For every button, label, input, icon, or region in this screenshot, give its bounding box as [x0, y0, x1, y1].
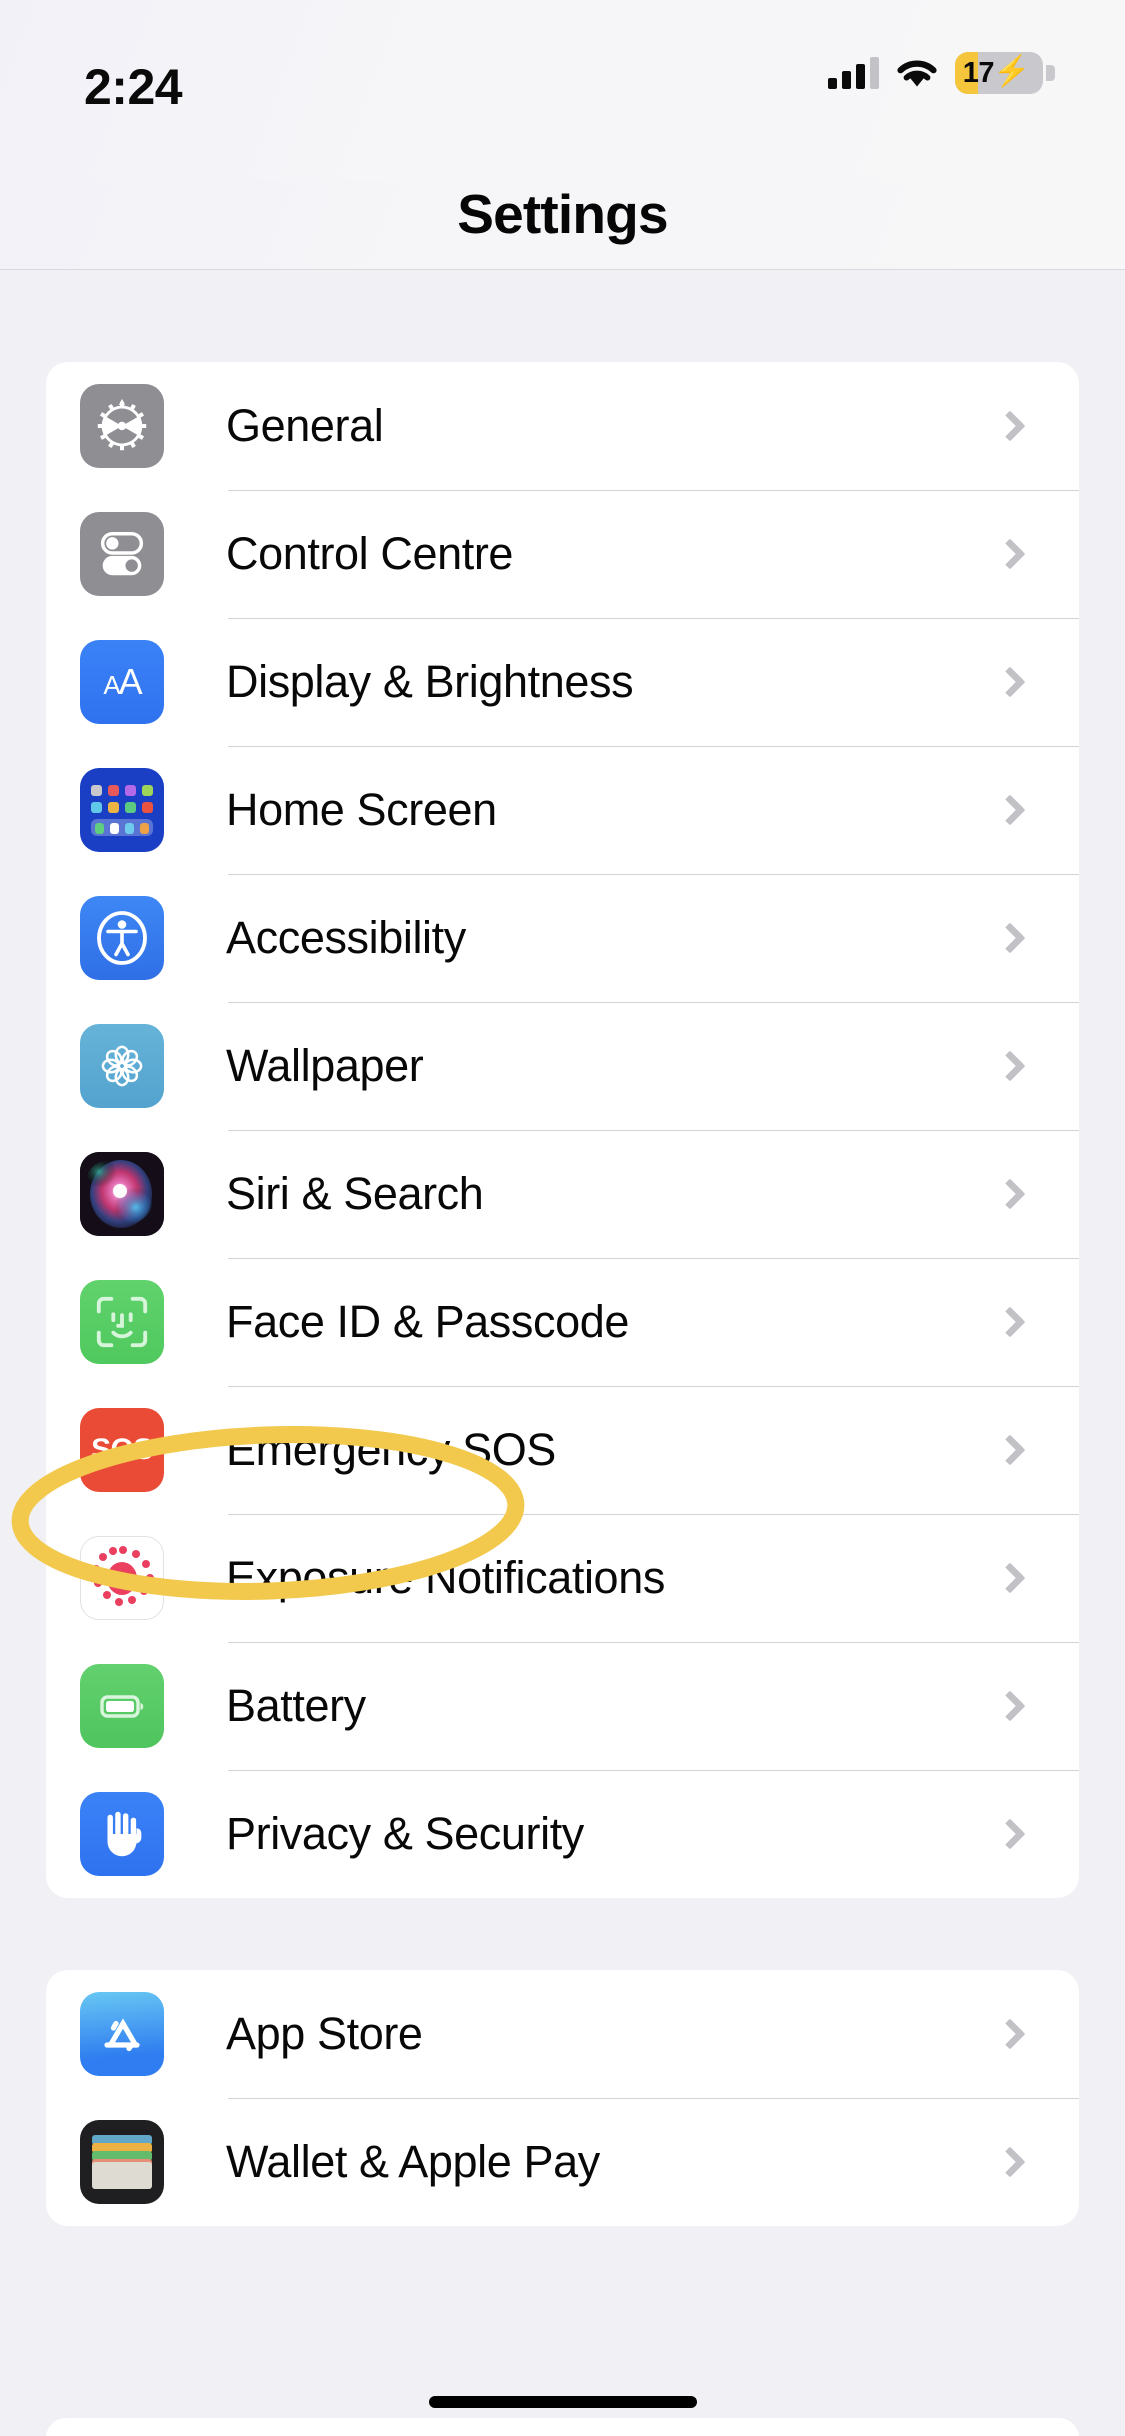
- exposure-notifications-icon: [80, 1536, 164, 1620]
- battery-icon: [80, 1664, 164, 1748]
- chevron-right-icon: [994, 1818, 1026, 1850]
- face-id-icon: [80, 1280, 164, 1364]
- wallet-cards: [92, 2135, 152, 2189]
- chevron-right-icon: [994, 1178, 1026, 1210]
- accessibility-person-icon: [80, 896, 164, 980]
- home-screen-grid-icon: [80, 768, 164, 852]
- battery-status: 17 ⚡: [955, 52, 1055, 94]
- app-store-icon: [80, 1992, 164, 2076]
- settings-row-control-centre[interactable]: Control Centre: [46, 490, 1079, 618]
- settings-row-label: Privacy & Security: [226, 1808, 584, 1859]
- settings-row-label: Battery: [226, 1680, 366, 1731]
- exposure-dot-ring: [90, 1546, 154, 1610]
- chevron-right-icon: [994, 794, 1026, 826]
- chevron-right-icon: [994, 1434, 1026, 1466]
- settings-group-next-partial: [46, 2418, 1079, 2436]
- settings-row-label: Emergency SOS: [226, 1424, 556, 1475]
- settings-row-home-screen[interactable]: Home Screen: [46, 746, 1079, 874]
- display-brightness-aa-icon: AA: [80, 640, 164, 724]
- settings-row-label: Face ID & Passcode: [226, 1296, 629, 1347]
- chevron-right-icon: [994, 1690, 1026, 1722]
- home-screen-dock: [91, 818, 153, 836]
- wifi-icon: [895, 57, 939, 89]
- navigation-bar: 2:24 17 ⚡ Settings: [0, 0, 1125, 270]
- page-title: Settings: [457, 183, 668, 245]
- battery-level-text: 17: [962, 56, 995, 89]
- lightning-bolt-icon: ⚡: [992, 55, 1031, 88]
- toggles-icon: [80, 512, 164, 596]
- sos-icon: SOS: [80, 1408, 164, 1492]
- chevron-right-icon: [994, 538, 1026, 570]
- battery-icon: 17 ⚡: [955, 52, 1043, 94]
- settings-row-label: Siri & Search: [226, 1168, 484, 1219]
- iphone-screen: 2:24 17 ⚡ Settings General Control Centr…: [0, 0, 1125, 2436]
- settings-row-label: General: [226, 400, 384, 451]
- chevron-right-icon: [994, 666, 1026, 698]
- settings-row-label: Wallpaper: [226, 1040, 424, 1091]
- cellular-signal-icon: [828, 57, 879, 89]
- settings-row-display-brightness[interactable]: AA Display & Brightness: [46, 618, 1079, 746]
- settings-row-app-store[interactable]: App Store: [46, 1970, 1079, 2098]
- chevron-right-icon: [994, 1050, 1026, 1082]
- settings-row-emergency-sos[interactable]: SOS Emergency SOS: [46, 1386, 1079, 1514]
- status-bar-clock: 2:24: [84, 59, 183, 115]
- wallet-icon: [80, 2120, 164, 2204]
- chevron-right-icon: [994, 2018, 1026, 2050]
- settings-row-battery[interactable]: Battery: [46, 1642, 1079, 1770]
- chevron-right-icon: [994, 2146, 1026, 2178]
- chevron-right-icon: [994, 1562, 1026, 1594]
- siri-orb-icon: [80, 1152, 164, 1236]
- settings-row-label: Control Centre: [226, 528, 514, 579]
- home-indicator-bar: [428, 2396, 697, 2408]
- chevron-right-icon: [994, 410, 1026, 442]
- settings-group-system: General Control Centre AA Display & Brig…: [46, 362, 1079, 1898]
- settings-row-label: Display & Brightness: [226, 656, 634, 707]
- settings-row-exposure-notifications[interactable]: Exposure Notifications: [46, 1514, 1079, 1642]
- settings-row-siri-search[interactable]: Siri & Search: [46, 1130, 1079, 1258]
- settings-scroll-view[interactable]: General Control Centre AA Display & Brig…: [0, 271, 1125, 2436]
- settings-group-store: App Store Wallet & Apple Pay: [46, 1970, 1079, 2226]
- settings-row-label: Home Screen: [226, 784, 497, 835]
- settings-row-wallet-apple-pay[interactable]: Wallet & Apple Pay: [46, 2098, 1079, 2226]
- aa-glyph: AA: [103, 661, 142, 702]
- status-bar: 2:24 17 ⚡: [0, 0, 1125, 180]
- settings-row-label: Exposure Notifications: [226, 1552, 665, 1603]
- wallpaper-flower-icon: [80, 1024, 164, 1108]
- settings-row-wallpaper[interactable]: Wallpaper: [46, 1002, 1079, 1130]
- chevron-right-icon: [994, 1306, 1026, 1338]
- sos-text: SOS: [91, 1433, 153, 1466]
- privacy-hand-icon: [80, 1792, 164, 1876]
- settings-row-privacy-security[interactable]: Privacy & Security: [46, 1770, 1079, 1898]
- status-bar-indicators: 17 ⚡: [828, 50, 1055, 96]
- settings-row-label: App Store: [226, 2008, 423, 2059]
- home-screen-grid: [91, 784, 153, 836]
- settings-row-general[interactable]: General: [46, 362, 1079, 490]
- settings-row-accessibility[interactable]: Accessibility: [46, 874, 1079, 1002]
- settings-row-face-id-passcode[interactable]: Face ID & Passcode: [46, 1258, 1079, 1386]
- settings-row-label: Accessibility: [226, 912, 466, 963]
- settings-row-label: Wallet & Apple Pay: [226, 2136, 600, 2187]
- battery-cap: [1046, 65, 1055, 81]
- chevron-right-icon: [994, 922, 1026, 954]
- gear-icon: [80, 384, 164, 468]
